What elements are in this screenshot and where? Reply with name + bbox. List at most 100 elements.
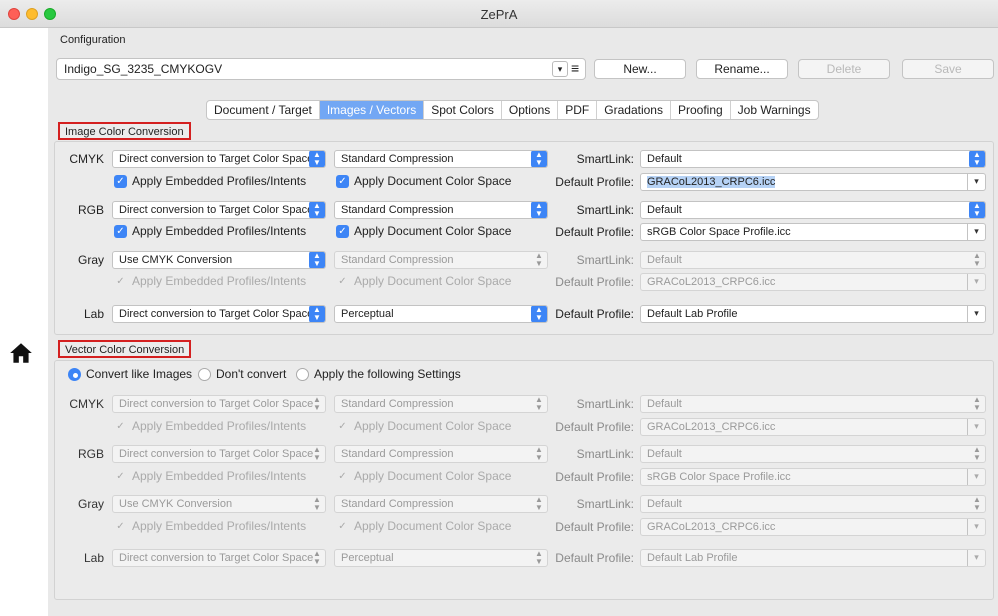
tab-images-vectors[interactable]: Images / Vectors [319, 101, 425, 119]
title-bar: ZePrA [0, 0, 998, 28]
vector-gray-compression-select[interactable]: Standard Compression ▲ ▼ [334, 495, 548, 513]
tab-job-warnings[interactable]: Job Warnings [731, 101, 818, 119]
vector-lab-method-value: Direct conversion to Target Color Space [119, 552, 314, 564]
image-rgb-method-select[interactable]: Direct conversion to Target Color Space … [112, 201, 326, 219]
vector-rgb-smartlink-label: SmartLink: [576, 447, 634, 461]
vector-rgb-apply-document-checkbox[interactable]: ✓ Apply Document Color Space [336, 469, 511, 483]
vector-cmyk-smartlink-select[interactable]: Default ▲ ▼ [640, 395, 986, 413]
list-icon[interactable]: ≡ [571, 61, 579, 75]
vector-lab-profile-value: Default Lab Profile [647, 552, 738, 564]
image-lab-intent-value: Perceptual [341, 308, 394, 320]
home-icon[interactable] [8, 340, 34, 366]
save-config-button[interactable]: Save [902, 59, 994, 79]
tab-options[interactable]: Options [502, 101, 559, 119]
vector-rgb-method-select[interactable]: Direct conversion to Target Color Space … [112, 445, 326, 463]
convert-like-images-radio[interactable]: Convert like Images [68, 367, 192, 381]
chevron-updown-icon: ▲ ▼ [309, 306, 325, 322]
rename-config-button[interactable]: Rename... [696, 59, 788, 79]
chevron-down-icon: ▾ [967, 224, 985, 240]
vector-rgb-smartlink-value: Default [647, 448, 682, 460]
tab-gradations[interactable]: Gradations [597, 101, 671, 119]
image-rgb-smartlink-value: Default [647, 204, 682, 216]
image-rgb-apply-embedded-checkbox[interactable]: ✓ Apply Embedded Profiles/Intents [114, 224, 306, 238]
checkmark-icon: ✓ [114, 224, 127, 238]
image-rgb-profile-combo[interactable]: sRGB Color Space Profile.icc ▾ [640, 223, 986, 241]
vector-rgb-compression-select[interactable]: Standard Compression ▲ ▼ [334, 445, 548, 463]
vector-lab-profile-combo[interactable]: Default Lab Profile ▾ [640, 549, 986, 567]
image-gray-method-select[interactable]: Use CMYK Conversion ▲ ▼ [112, 251, 326, 269]
chevron-updown-icon: ▲ ▼ [973, 495, 981, 512]
vector-gray-smartlink-value: Default [647, 498, 682, 510]
chevron-updown-icon: ▲ ▼ [313, 445, 321, 462]
vector-lab-method-select[interactable]: Direct conversion to Target Color Space … [112, 549, 326, 567]
apply-following-settings-radio[interactable]: Apply the following Settings [296, 367, 461, 381]
vector-gray-apply-embedded-checkbox[interactable]: ✓ Apply Embedded Profiles/Intents [114, 519, 306, 533]
configuration-dropdown-button[interactable]: ▾ [552, 61, 568, 77]
image-gray-smartlink-select[interactable]: Default ▲ ▼ [640, 251, 986, 269]
vector-cmyk-compression-select[interactable]: Standard Compression ▲ ▼ [334, 395, 548, 413]
tab-pdf[interactable]: PDF [558, 101, 598, 119]
tab-document-target[interactable]: Document / Target [207, 101, 320, 119]
delete-config-button[interactable]: Delete [798, 59, 890, 79]
vector-lab-default-profile-label: Default Profile: [555, 551, 634, 565]
image-lab-profile-value: Default Lab Profile [647, 308, 738, 320]
vector-gray-smartlink-label: SmartLink: [576, 497, 634, 511]
image-cmyk-smartlink-select[interactable]: Default ▲ ▼ [640, 150, 986, 168]
vector-gray-profile-combo[interactable]: GRACoL2013_CRPC6.icc ▾ [640, 518, 986, 536]
chevron-updown-icon: ▲ ▼ [973, 251, 981, 268]
image-lab-profile-combo[interactable]: Default Lab Profile ▾ [640, 305, 986, 323]
image-gray-profile-combo[interactable]: GRACoL2013_CRPC6.icc ▾ [640, 273, 986, 291]
vector-rgb-apply-embedded-checkbox[interactable]: ✓ Apply Embedded Profiles/Intents [114, 469, 306, 483]
chevron-down-icon: ▾ [967, 469, 985, 485]
image-gray-smartlink-label: SmartLink: [576, 253, 634, 267]
vector-cmyk-profile-combo[interactable]: GRACoL2013_CRPC6.icc ▾ [640, 418, 986, 436]
image-color-conversion-label: Image Color Conversion [58, 122, 191, 140]
image-cmyk-method-select[interactable]: Direct conversion to Target Color Space … [112, 150, 326, 168]
image-gray-apply-document-checkbox[interactable]: ✓ Apply Document Color Space [336, 274, 511, 288]
vector-color-conversion-label: Vector Color Conversion [58, 340, 192, 358]
vector-cmyk-apply-embedded-checkbox[interactable]: ✓ Apply Embedded Profiles/Intents [114, 419, 306, 433]
image-lab-intent-select[interactable]: Perceptual ▲ ▼ [334, 305, 548, 323]
image-rgb-apply-document-checkbox[interactable]: ✓ Apply Document Color Space [336, 224, 511, 238]
image-rgb-smartlink-select[interactable]: Default ▲ ▼ [640, 201, 986, 219]
main-area: Configuration Indigo_SG_3235_CMYKOGV ▾ ≡… [48, 28, 998, 616]
chevron-updown-icon: ▲ ▼ [973, 445, 981, 462]
configuration-field[interactable]: Indigo_SG_3235_CMYKOGV [56, 58, 586, 80]
image-gray-apply-embedded-checkbox[interactable]: ✓ Apply Embedded Profiles/Intents [114, 274, 306, 288]
apply-following-settings-label: Apply the following Settings [314, 367, 461, 381]
vector-rgb-label: RGB [77, 447, 104, 461]
image-lab-method-select[interactable]: Direct conversion to Target Color Space … [112, 305, 326, 323]
checkmark-icon: ✓ [336, 174, 349, 188]
vector-gray-method-select[interactable]: Use CMYK Conversion ▲ ▼ [112, 495, 326, 513]
image-gray-compression-select[interactable]: Standard Compression ▲ ▼ [334, 251, 548, 269]
vector-rgb-profile-combo[interactable]: sRGB Color Space Profile.icc ▾ [640, 468, 986, 486]
vector-gray-apply-embedded-label: Apply Embedded Profiles/Intents [132, 519, 307, 533]
vector-cmyk-profile-value: GRACoL2013_CRPC6.icc [647, 421, 776, 433]
tab-spot-colors[interactable]: Spot Colors [424, 101, 502, 119]
dont-convert-radio[interactable]: Don't convert [198, 367, 286, 381]
vector-gray-label: Gray [77, 497, 104, 511]
vector-gray-apply-document-checkbox[interactable]: ✓ Apply Document Color Space [336, 519, 511, 533]
vector-gray-smartlink-select[interactable]: Default ▲ ▼ [640, 495, 986, 513]
image-cmyk-compression-select[interactable]: Standard Compression ▲ ▼ [334, 150, 548, 168]
vector-gray-compression-value: Standard Compression [341, 498, 454, 510]
new-config-button[interactable]: New... [594, 59, 686, 79]
chevron-down-icon: ▾ [967, 519, 985, 535]
vector-rgb-profile-value: sRGB Color Space Profile.icc [647, 471, 791, 483]
vector-cmyk-apply-document-checkbox[interactable]: ✓ Apply Document Color Space [336, 419, 511, 433]
image-rgb-compression-select[interactable]: Standard Compression ▲ ▼ [334, 201, 548, 219]
image-cmyk-smartlink-value: Default [647, 153, 682, 165]
vector-cmyk-method-select[interactable]: Direct conversion to Target Color Space … [112, 395, 326, 413]
tab-proofing[interactable]: Proofing [671, 101, 731, 119]
image-cmyk-apply-document-checkbox[interactable]: ✓ Apply Document Color Space [336, 174, 511, 188]
vector-rgb-smartlink-select[interactable]: Default ▲ ▼ [640, 445, 986, 463]
image-gray-label: Gray [77, 253, 104, 267]
dont-convert-label: Don't convert [216, 367, 287, 381]
image-cmyk-profile-combo[interactable]: GRACoL2013_CRPC6.icc ▾ [640, 173, 986, 191]
configuration-label: Configuration [60, 34, 126, 46]
image-cmyk-apply-embedded-checkbox[interactable]: ✓ Apply Embedded Profiles/Intents [114, 174, 306, 188]
vector-lab-intent-select[interactable]: Perceptual ▲ ▼ [334, 549, 548, 567]
image-gray-compression-value: Standard Compression [341, 254, 454, 266]
image-cmyk-apply-embedded-label: Apply Embedded Profiles/Intents [132, 174, 307, 188]
chevron-updown-icon: ▲ ▼ [973, 395, 981, 412]
